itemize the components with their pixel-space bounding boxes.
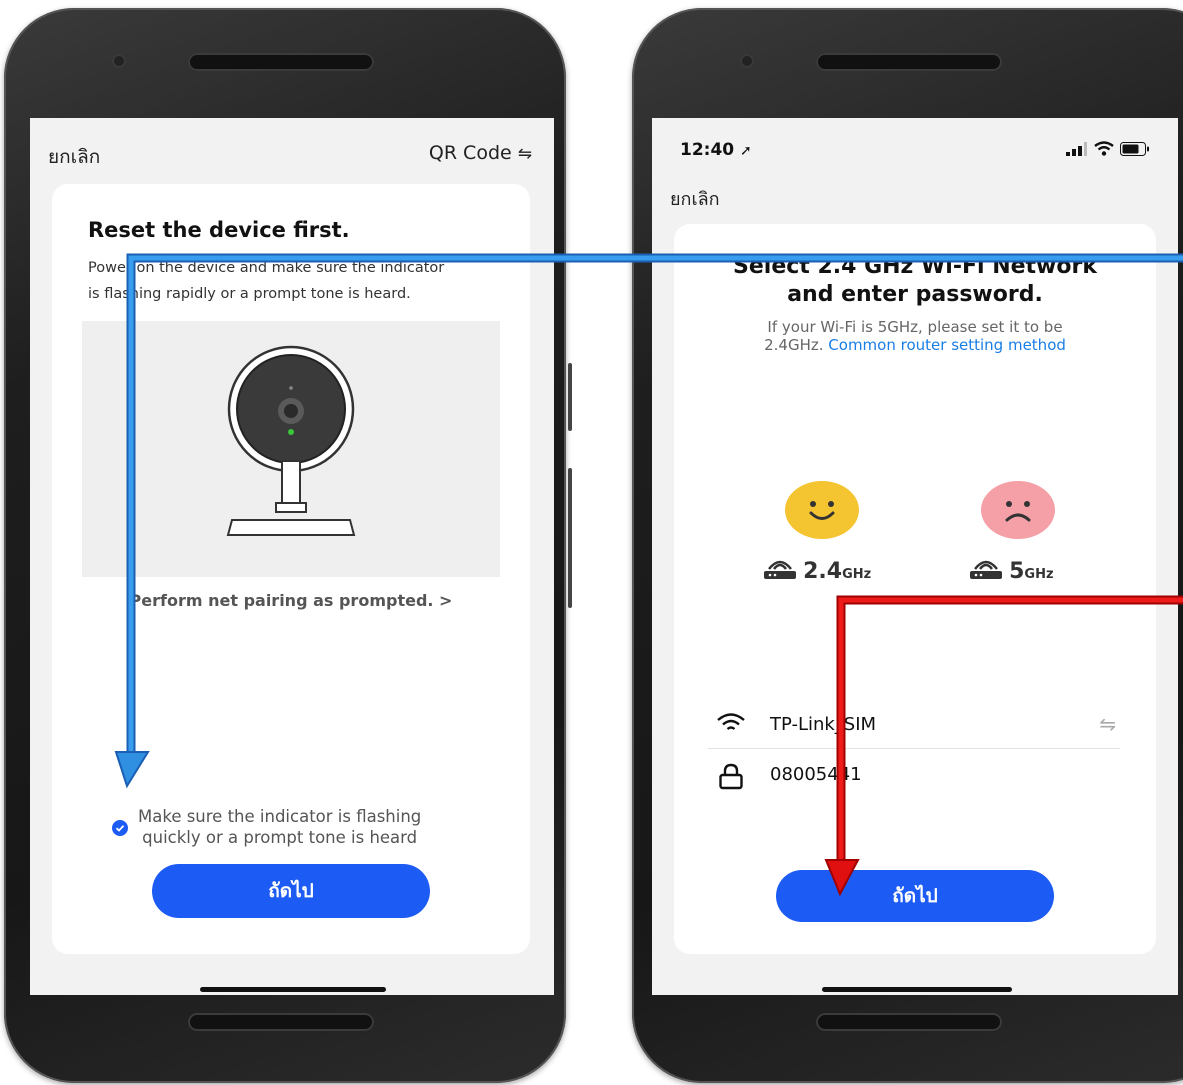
pairing-link[interactable]: Perform net pairing as prompted. > bbox=[52, 591, 530, 610]
status-icons bbox=[1066, 141, 1156, 157]
description-line-2: is flashing rapidly or a prompt tone is … bbox=[88, 286, 411, 302]
router-icon bbox=[764, 560, 796, 579]
sad-face-icon bbox=[981, 481, 1055, 539]
qr-code-button[interactable]: QR Code ⇋ bbox=[429, 142, 532, 164]
screen-select-wifi: 12:40 ➚ ยกเลิก Select 2.4 GHz Wi-Fi Netw… bbox=[652, 118, 1178, 995]
swap-arrows-icon: ⇋ bbox=[517, 144, 532, 164]
volume-button bbox=[568, 363, 572, 431]
front-camera-icon bbox=[112, 54, 126, 68]
checkbox-label-line-1: Make sure the indicator is flashing bbox=[138, 807, 422, 826]
band-bad-unit: GHz bbox=[1024, 567, 1054, 582]
next-button[interactable]: ถัดไป bbox=[152, 864, 430, 918]
description-line-1: Power on the device and make sure the in… bbox=[88, 260, 445, 276]
phone-frame-right: 12:40 ➚ ยกเลิก Select 2.4 GHz Wi-Fi Netw… bbox=[632, 8, 1183, 1083]
band-ok-value: 2.4 bbox=[803, 559, 843, 584]
checkbox-label-line-2: quickly or a prompt tone is heard bbox=[142, 828, 418, 847]
home-indicator bbox=[822, 987, 1012, 992]
screen-reset-device: ยกเลิก QR Code ⇋ Reset the device first.… bbox=[30, 118, 554, 995]
router-setting-link[interactable]: Common router setting method bbox=[828, 336, 1066, 354]
band-2-4ghz: 2.4GHz bbox=[762, 558, 871, 584]
wifi-network-name[interactable]: TP-Link_SIM bbox=[770, 714, 876, 735]
wifi-network-row[interactable]: TP-Link_SIM ⇋ bbox=[708, 704, 1120, 749]
battery-icon bbox=[1120, 142, 1149, 156]
switch-network-icon[interactable]: ⇋ bbox=[1099, 712, 1116, 736]
phone-frame-left: ยกเลิก QR Code ⇋ Reset the device first.… bbox=[4, 8, 572, 1083]
earpiece-speaker bbox=[816, 53, 1002, 71]
status-time: 12:40 ➚ bbox=[680, 140, 752, 160]
qr-code-label: QR Code bbox=[428, 142, 512, 164]
location-arrow-icon: ➚ bbox=[740, 143, 752, 159]
band-ok-unit: GHz bbox=[842, 567, 872, 582]
hint-prefix: 2.4GHz. bbox=[764, 336, 824, 354]
cancel-button[interactable]: ยกเลิก bbox=[48, 142, 100, 172]
illustration-panel bbox=[82, 321, 500, 577]
band-bad-value: 5 bbox=[1009, 559, 1025, 584]
power-button bbox=[568, 468, 572, 608]
bottom-speaker bbox=[188, 1013, 374, 1031]
wifi-password-field[interactable]: 08005441 bbox=[770, 764, 862, 785]
hint-line-2: 2.4GHz. Common router setting method bbox=[674, 336, 1156, 354]
password-row[interactable]: 08005441 bbox=[708, 754, 1120, 798]
lock-icon bbox=[719, 763, 743, 790]
wifi-icon bbox=[717, 713, 745, 730]
page-title: Reset the device first. bbox=[88, 218, 350, 242]
band-5ghz: 5GHz bbox=[968, 558, 1054, 584]
status-time-text: 12:40 bbox=[680, 140, 735, 160]
page-title-line-2: and enter password. bbox=[787, 282, 1043, 307]
bottom-speaker bbox=[816, 1013, 1002, 1031]
home-indicator bbox=[200, 987, 386, 992]
hint-line-1: If your Wi-Fi is 5GHz, please set it to … bbox=[767, 318, 1063, 336]
happy-face-icon bbox=[785, 481, 859, 539]
next-button[interactable]: ถัดไป bbox=[776, 870, 1054, 922]
instruction-card: Reset the device first. Power on the dev… bbox=[52, 184, 530, 954]
page-title-line-1: Select 2.4 GHz Wi-Fi Network bbox=[733, 254, 1097, 279]
front-camera-icon bbox=[740, 54, 754, 68]
cellular-signal-icon bbox=[1066, 142, 1087, 156]
cancel-button[interactable]: ยกเลิก bbox=[670, 184, 720, 213]
wifi-card: Select 2.4 GHz Wi-Fi Network and enter p… bbox=[674, 224, 1156, 954]
earpiece-speaker bbox=[188, 53, 374, 71]
wifi-status-icon bbox=[1094, 141, 1114, 156]
indicator-checkbox[interactable] bbox=[112, 820, 128, 836]
checkbox-label: Make sure the indicator is flashing quic… bbox=[138, 806, 421, 848]
router-icon bbox=[970, 560, 1002, 579]
security-camera-icon bbox=[226, 345, 356, 536]
checkmark-icon bbox=[115, 825, 125, 832]
